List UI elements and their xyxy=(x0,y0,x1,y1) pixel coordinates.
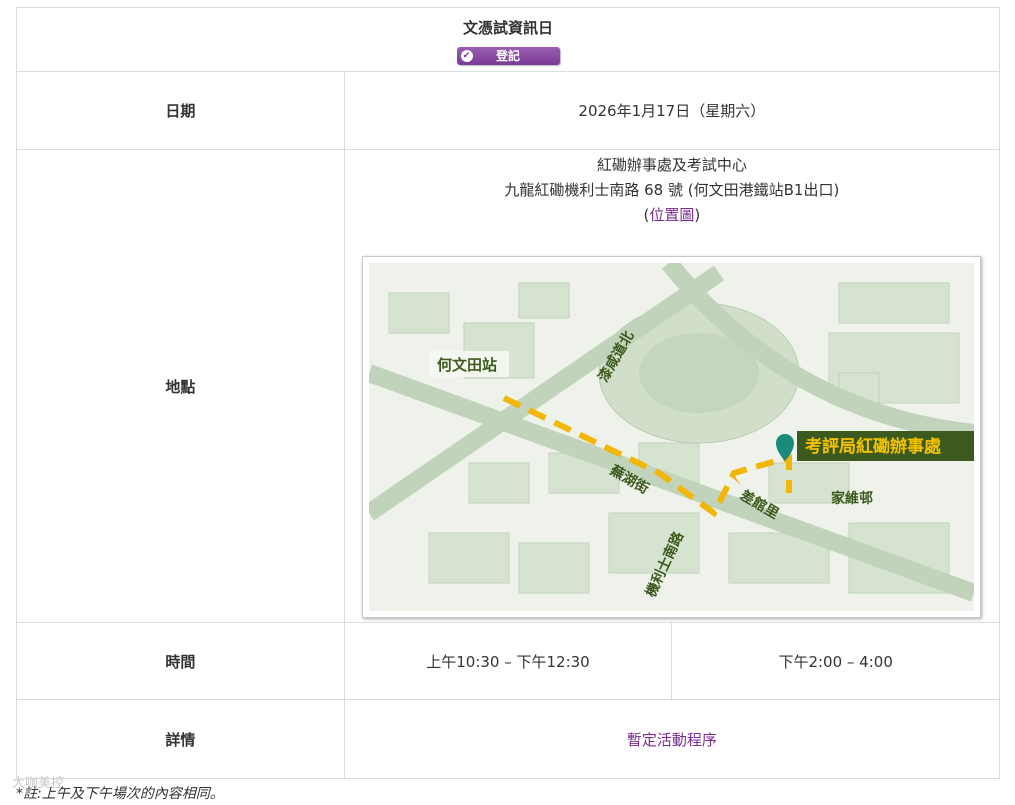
programme-link[interactable]: 暫定活動程序 xyxy=(627,731,717,749)
office-label: 考評局紅磡辦事處 xyxy=(804,436,942,457)
page-title: 文憑試資訊日 xyxy=(462,18,553,37)
footer-note: *註:上午及下午場次的內容相同。 xyxy=(16,786,224,802)
location-map-link[interactable]: 位置圖 xyxy=(649,206,694,224)
location-label: 地點 xyxy=(16,149,345,623)
location-address: 九龍紅磡機利士南路 68 號 (何文田港鐵站B1出口) xyxy=(504,180,840,199)
register-label: 登記 xyxy=(495,48,520,63)
info-day-table: 文憑試資訊日 ✔ 登記 日期 2026年1月17日（星期六） 地點 紅磡辦事處及… xyxy=(16,7,1001,779)
date-label: 日期 xyxy=(16,71,345,150)
map-canvas: 考評局紅磡辦事處 何文田站 漆咸道北 蕪湖街 機利士南路 差館里 家維邨 xyxy=(369,262,975,611)
location-name: 紅磡辦事處及考試中心 xyxy=(596,155,747,174)
location-map-link-line: (位置圖) xyxy=(643,205,701,224)
map-graphic: 考評局紅磡辦事處 何文田站 漆咸道北 蕪湖街 機利士南路 差館里 家維邨 xyxy=(369,262,975,611)
estate-label: 家維邨 xyxy=(831,490,873,507)
time-label: 時間 xyxy=(16,622,345,700)
location-map: 考評局紅磡辦事處 何文田站 漆咸道北 蕪湖街 機利士南路 差館里 家維邨 xyxy=(362,255,982,618)
time-afternoon: 下午2:00 – 4:00 xyxy=(671,622,1000,700)
title-cell: 文憑試資訊日 ✔ 登記 xyxy=(16,7,1000,72)
details-cell: 暫定活動程序 xyxy=(343,699,1001,779)
register-button[interactable]: ✔ 登記 xyxy=(456,46,560,65)
date-value: 2026年1月17日（星期六） xyxy=(343,71,1001,150)
time-morning: 上午10:30 – 下午12:30 xyxy=(343,622,673,700)
check-icon: ✔ xyxy=(460,49,473,62)
location-cell: 紅磡辦事處及考試中心 九龍紅磡機利士南路 68 號 (何文田港鐵站B1出口) (… xyxy=(343,149,1001,623)
details-label: 詳情 xyxy=(16,699,345,779)
station-label: 何文田站 xyxy=(437,356,497,374)
